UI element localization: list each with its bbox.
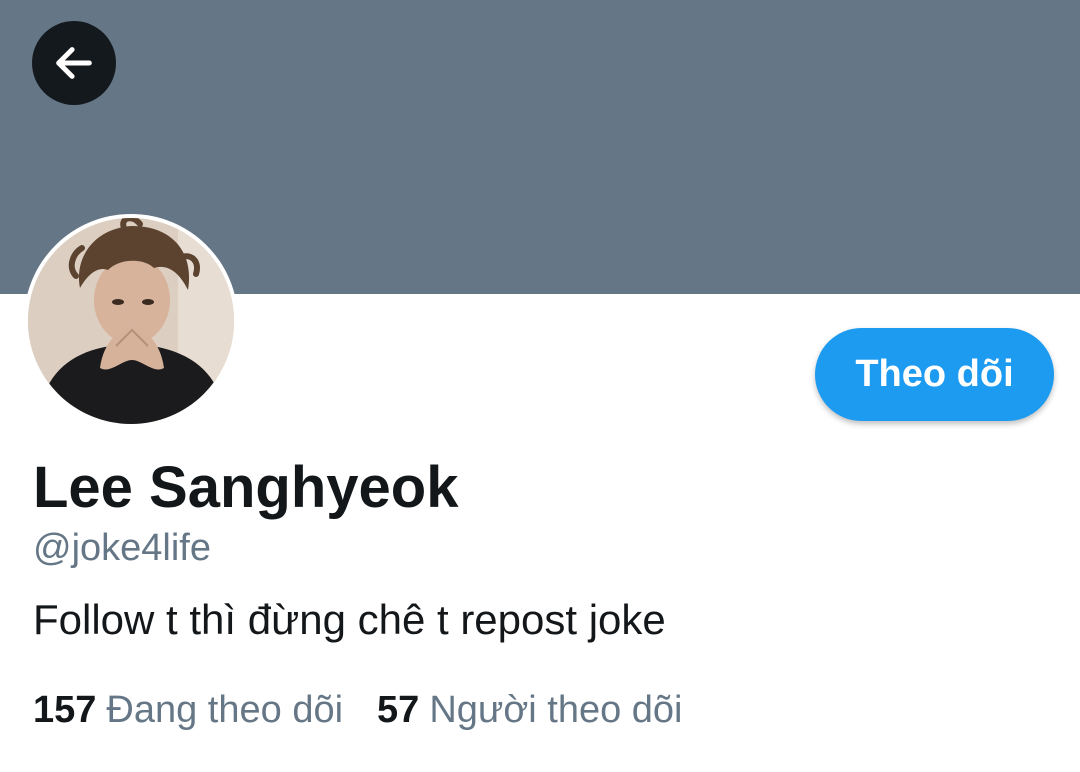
following-stat[interactable]: 157 Đang theo dõi — [33, 689, 343, 732]
following-count: 157 — [33, 689, 97, 731]
avatar[interactable] — [28, 218, 234, 424]
follow-button[interactable]: Theo dõi — [815, 328, 1054, 421]
followers-stat[interactable]: 57 Người theo dõi — [377, 689, 682, 732]
avatar-container[interactable] — [24, 214, 238, 428]
followers-label: Người theo dõi — [429, 689, 683, 731]
profile-stats: 157 Đang theo dõi 57 Người theo dõi — [33, 689, 683, 732]
profile-handle: @joke4life — [33, 527, 211, 569]
profile-bio: Follow t thì đừng chê t repost joke — [33, 596, 666, 643]
profile-screen: Theo dõi Lee Sanghyeok @joke4life Follow… — [0, 0, 1080, 772]
arrow-left-icon — [56, 47, 92, 79]
profile-name: Lee Sanghyeok — [33, 455, 459, 520]
following-label: Đang theo dõi — [106, 689, 344, 731]
followers-count: 57 — [377, 689, 420, 731]
profile-photo — [28, 218, 234, 424]
back-button[interactable] — [32, 21, 116, 105]
